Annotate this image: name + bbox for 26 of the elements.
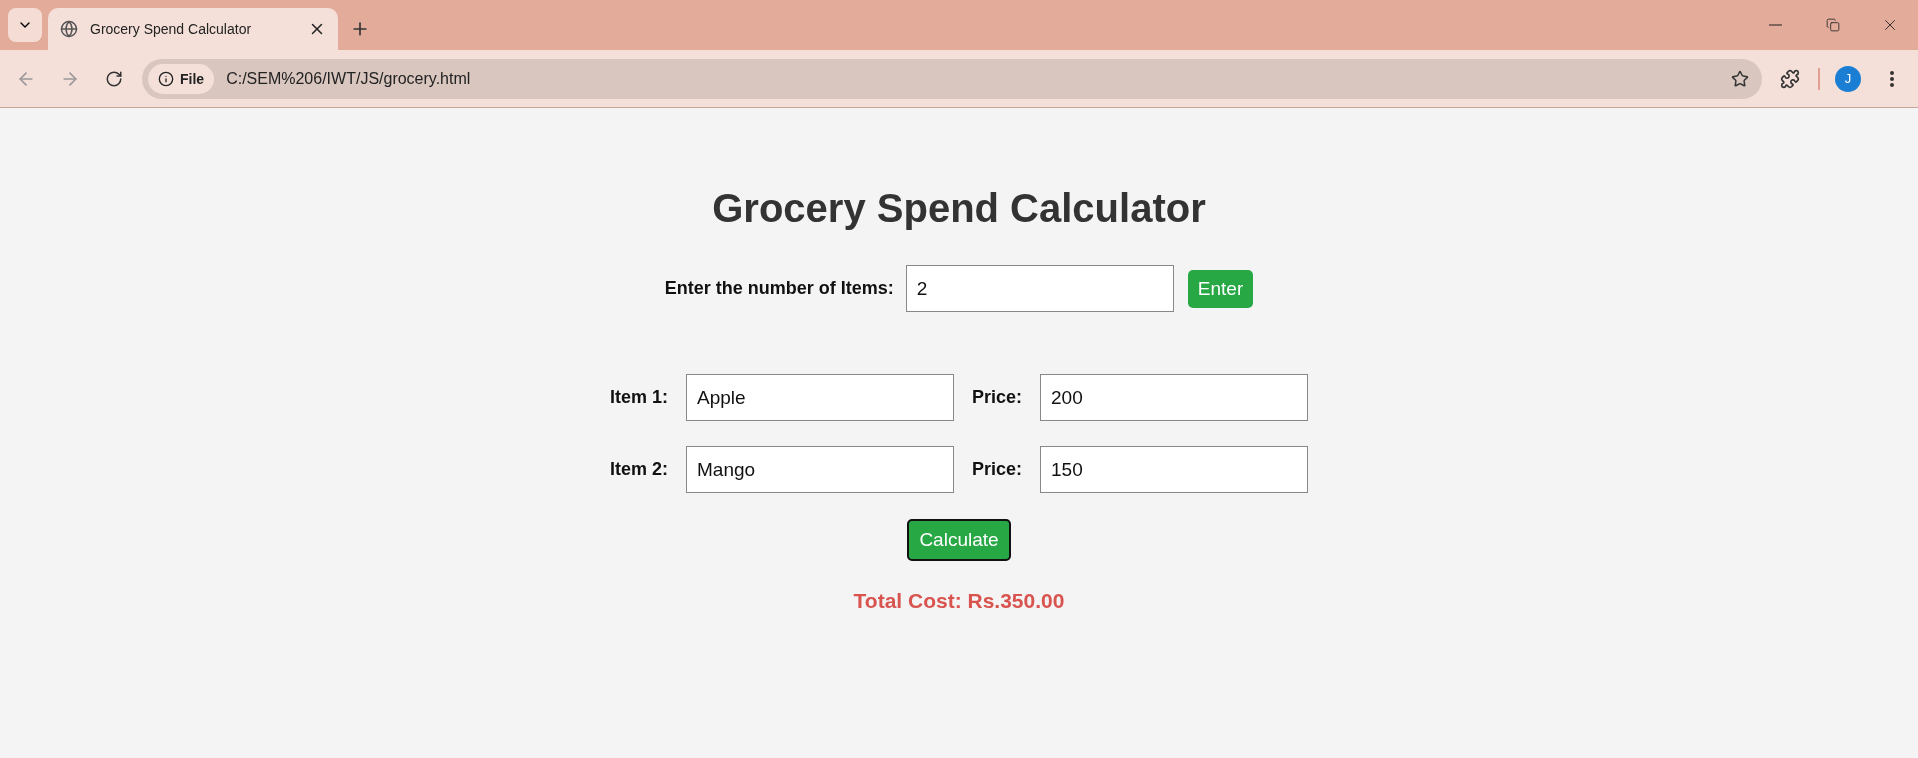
puzzle-icon <box>1780 68 1800 89</box>
globe-icon <box>60 20 78 38</box>
info-icon <box>158 70 174 87</box>
item-name-field[interactable]: Apple <box>686 374 954 421</box>
reload-icon <box>105 69 123 88</box>
price-field[interactable]: 150 <box>1040 446 1309 493</box>
url-text: C:/SEM%206/IWT/JS/grocery.html <box>226 69 472 88</box>
item-label: Item 1: <box>609 387 668 408</box>
item-count-label: Enter the number of Items: <box>664 278 894 299</box>
minimize-icon <box>1769 24 1782 26</box>
item-count-field[interactable]: 2 <box>905 265 1174 312</box>
browser-tab[interactable]: Grocery Spend Calculator <box>48 8 338 50</box>
menu-icon <box>1890 70 1894 87</box>
tab-title: Grocery Spend Calculator <box>90 21 253 37</box>
total-cost-text: Total Cost: Rs.350.00 <box>853 589 1065 613</box>
page-title: Grocery Spend Calculator <box>712 186 1206 231</box>
item-name-field[interactable]: Mango <box>686 446 954 493</box>
site-info-button[interactable]: File <box>148 63 215 94</box>
price-label: Price: <box>972 387 1023 408</box>
restore-icon <box>1825 18 1840 32</box>
item-label: Item 2: <box>609 459 668 480</box>
address-bar[interactable]: File C:/SEM%206/IWT/JS/grocery.html <box>142 58 1762 99</box>
tab-list-button[interactable] <box>8 8 42 42</box>
star-icon <box>1731 69 1749 88</box>
price-field[interactable]: 200 <box>1040 374 1309 421</box>
price-label: Price: <box>972 459 1023 480</box>
